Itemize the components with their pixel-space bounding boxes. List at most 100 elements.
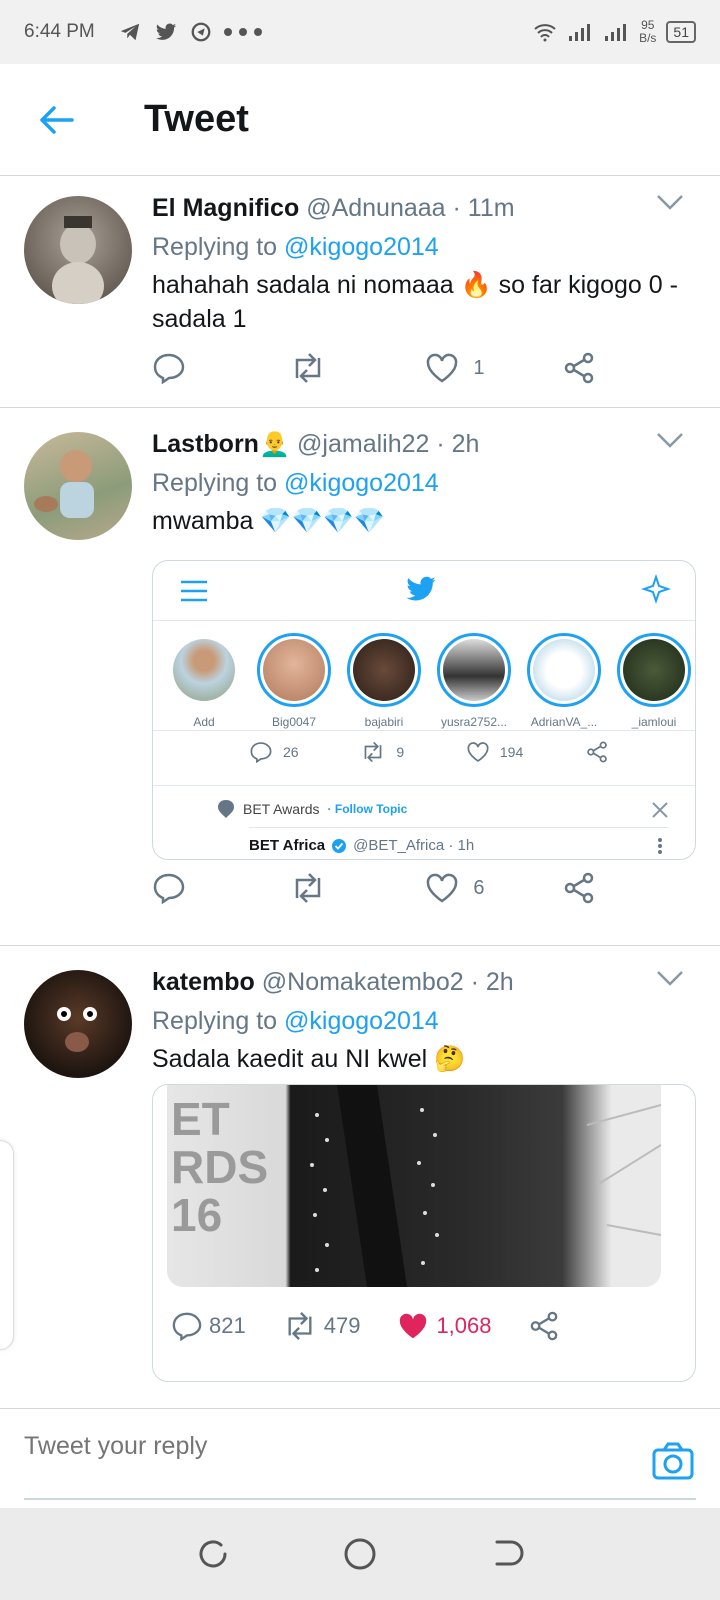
verified-icon — [332, 838, 347, 853]
tweet-reply[interactable]: katembo @Nomakatembo2 · 2h Replying to @… — [0, 946, 720, 1408]
inner-actions: 26 9 194 — [249, 741, 609, 763]
mention-link[interactable]: @kigogo2014 — [284, 1007, 439, 1035]
twitter-logo-icon — [406, 576, 436, 601]
share-icon — [587, 741, 607, 763]
page-title: Tweet — [144, 98, 249, 140]
heart-icon — [427, 873, 458, 903]
avatar[interactable] — [24, 432, 132, 540]
retweet-icon — [288, 1312, 312, 1340]
network-speed: 95 B/s — [639, 18, 657, 45]
chevron-down-icon[interactable] — [656, 430, 684, 450]
heart-filled-icon — [400, 1313, 427, 1339]
tweet-time: · 2h — [436, 430, 480, 458]
like-button[interactable]: 6 — [425, 872, 485, 904]
retweet-button[interactable] — [289, 352, 349, 384]
tweet-time: · 11m — [452, 194, 515, 222]
app-notification-icon — [191, 22, 211, 42]
recent-apps-icon[interactable] — [195, 1536, 231, 1572]
reply-icon — [153, 353, 185, 384]
author-name[interactable]: katembo — [152, 968, 255, 996]
mention-link[interactable]: @kigogo2014 — [284, 469, 439, 497]
reply-button[interactable] — [152, 352, 212, 384]
tweet-author-line: Lastborn👨‍🦲 @jamalih22 · 2h — [152, 430, 690, 459]
replying-to: Replying to @kigogo2014 — [152, 469, 439, 497]
battery-indicator: 51 — [666, 21, 696, 43]
share-button[interactable] — [562, 352, 622, 384]
author-name[interactable]: Lastborn👨‍🦲 — [152, 430, 290, 458]
share-icon — [564, 872, 594, 904]
avatar[interactable] — [24, 196, 132, 304]
author-handle[interactable]: @Adnunaaa — [306, 194, 445, 222]
like-count: 1 — [473, 356, 485, 379]
replying-to: Replying to @kigogo2014 — [152, 233, 439, 261]
tweet-reply[interactable]: Lastborn👨‍🦲 @jamalih22 · 2h Replying to … — [0, 408, 720, 946]
sparkle-icon — [641, 573, 671, 605]
author-handle[interactable]: @Nomakatembo2 — [262, 968, 464, 996]
edge-panel-handle[interactable] — [0, 1140, 14, 1350]
tweet-author-line: katembo @Nomakatembo2 · 2h — [152, 968, 690, 997]
menu-icon — [181, 580, 207, 602]
signal-icon — [569, 24, 591, 41]
reply-icon — [172, 1312, 202, 1341]
twitter-bird-icon — [155, 23, 176, 40]
retweet-icon — [295, 873, 320, 903]
like-button[interactable]: 1 — [425, 352, 485, 384]
chevron-down-icon[interactable] — [656, 968, 684, 988]
notification-icons — [117, 21, 263, 43]
reply-underline — [24, 1498, 696, 1500]
retweet-icon — [295, 353, 320, 383]
story-item[interactable]: _iamloui — [611, 633, 695, 729]
back-arrow-icon — [40, 105, 74, 134]
author-handle[interactable]: @jamalih22 — [297, 430, 429, 458]
story-item[interactable]: Big0047 — [251, 633, 337, 729]
back-button[interactable] — [0, 104, 112, 136]
telegram-icon — [120, 23, 139, 41]
tweet-author-line: El Magnifico @Adnunaaa · 11m — [152, 194, 690, 223]
reply-bar — [0, 1408, 720, 1508]
image-photo: ET RDS 16 — [167, 1085, 661, 1287]
reply-button[interactable] — [152, 872, 212, 904]
embedded-screenshot[interactable]: Add Big0047 bajabiri yusra2752... Adrian… — [152, 560, 696, 860]
heart-icon — [467, 742, 489, 762]
heart-icon — [427, 353, 458, 383]
status-time: 6:44 PM — [24, 21, 95, 42]
tweet-time: · 2h — [470, 968, 514, 996]
share-icon — [530, 1311, 557, 1341]
chevron-down-icon[interactable] — [656, 192, 684, 212]
reply-icon — [153, 873, 185, 904]
tweet-text: hahahah sadala ni nomaaa 🔥 so far kigogo… — [152, 271, 678, 333]
story-row: Add Big0047 bajabiri yusra2752... Adrian… — [153, 621, 695, 731]
reply-icon — [250, 742, 272, 763]
retweet-icon — [364, 741, 382, 763]
home-icon[interactable] — [342, 1536, 378, 1572]
avatar[interactable] — [24, 970, 132, 1078]
tweet-reply[interactable]: El Magnifico @Adnunaaa · 11m Replying to… — [0, 176, 720, 408]
inner-tweet-author: BET Africa @BET_Africa · 1h — [249, 837, 475, 854]
topic-icon — [218, 800, 234, 818]
more-notifications-icon — [223, 28, 262, 36]
camera-icon[interactable] — [652, 1442, 694, 1480]
like-count: 6 — [473, 876, 485, 899]
author-name[interactable]: El Magnifico — [152, 194, 299, 222]
story-item[interactable]: AdrianVA_... — [521, 633, 607, 729]
back-nav-icon[interactable] — [489, 1536, 525, 1572]
share-button[interactable] — [562, 872, 622, 904]
signal-icon-2 — [605, 24, 627, 41]
wifi-icon — [534, 24, 556, 42]
embedded-image[interactable]: ET RDS 16 821 479 1,068 — [152, 1084, 696, 1382]
mention-link[interactable]: @kigogo2014 — [284, 233, 439, 261]
close-icon — [652, 802, 668, 818]
story-item[interactable]: Add — [161, 633, 247, 729]
reply-input[interactable] — [24, 1432, 624, 1461]
story-item[interactable]: bajabiri — [341, 633, 427, 729]
retweet-button[interactable] — [289, 872, 349, 904]
system-nav-bar — [0, 1508, 720, 1600]
tweet-text: mwamba 💎💎💎💎 — [152, 507, 385, 535]
replying-to: Replying to @kigogo2014 — [152, 1007, 439, 1035]
story-item[interactable]: yusra2752... — [431, 633, 517, 729]
tweet-text: Sadala kaedit au NI kwel 🤔 — [152, 1045, 466, 1073]
topic-row: BET Awards · Follow Topic — [217, 799, 407, 819]
top-bar: Tweet — [0, 64, 720, 176]
more-vertical-icon — [658, 838, 662, 854]
image-counts: 821 479 1,068 — [171, 1311, 560, 1341]
